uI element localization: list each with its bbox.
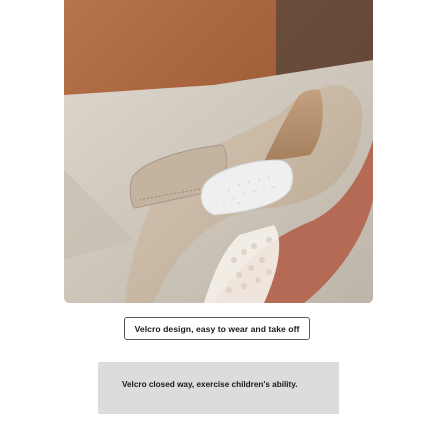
note-box: Velcro closed way, exercise children's a… bbox=[98, 362, 339, 414]
caption-box: Velcro design, easy to wear and take off bbox=[124, 317, 310, 340]
caption-text: Velcro design, easy to wear and take off bbox=[134, 323, 300, 334]
note-text: Velcro closed way, exercise children's a… bbox=[122, 380, 298, 389]
product-photo bbox=[64, 0, 373, 303]
shoe-photo-illustration bbox=[64, 0, 373, 303]
